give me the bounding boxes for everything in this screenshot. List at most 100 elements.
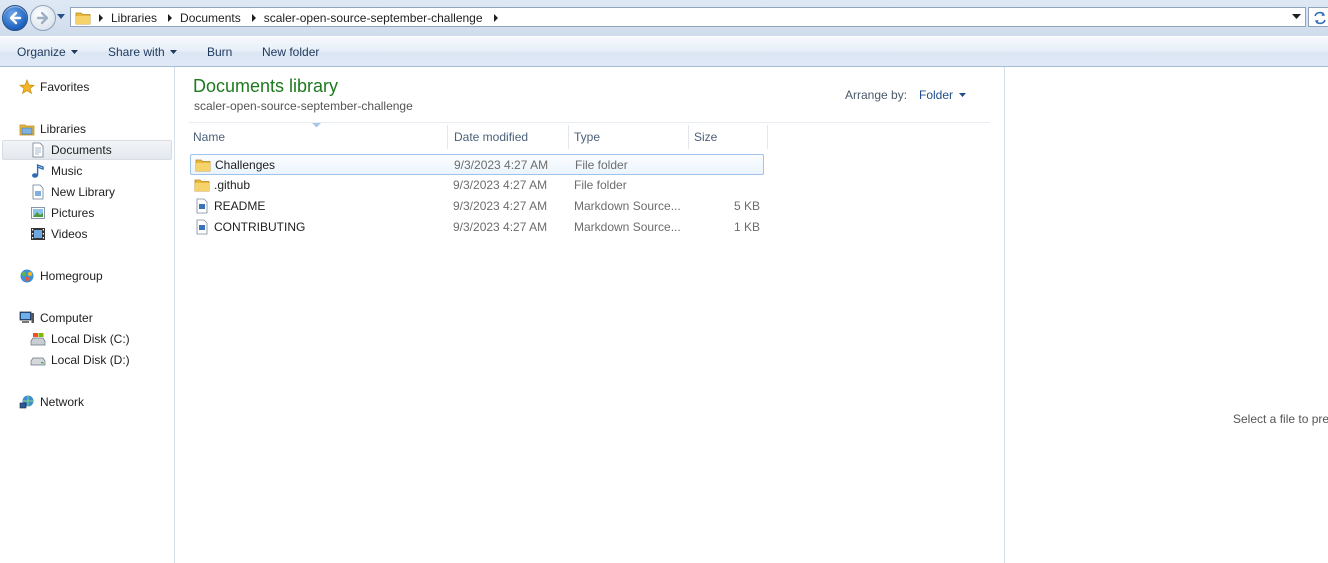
nav-item-label: Computer: [40, 311, 93, 325]
file-name: README: [214, 199, 266, 213]
arrange-by-dropdown[interactable]: Folder: [919, 88, 967, 102]
breadcrumb-separator-icon[interactable]: [248, 10, 260, 26]
address-box[interactable]: Libraries Documents scaler-open-source-s…: [70, 7, 1306, 27]
nav-item-label: Pictures: [51, 206, 95, 220]
file-date: 9/3/2023 4:27 AM: [453, 178, 548, 192]
column-header-type[interactable]: Type: [569, 125, 689, 149]
share-with-label: Share with: [108, 45, 165, 59]
forward-button[interactable]: [30, 5, 56, 31]
nav-item-music[interactable]: Music: [30, 161, 82, 181]
file-date: 9/3/2023 4:27 AM: [453, 220, 548, 234]
column-header-date-modified[interactable]: Date modified: [449, 125, 569, 149]
computer-icon: [19, 310, 35, 326]
navigation-pane: Favorites Libraries Documents Music New …: [0, 67, 175, 563]
chevron-down-icon: [70, 50, 78, 54]
breadcrumb-current-folder[interactable]: scaler-open-source-september-challenge: [260, 11, 490, 25]
recent-pages-dropdown-icon[interactable]: [56, 11, 66, 21]
table-row[interactable]: README 9/3/2023 4:27 AM Markdown Source.…: [190, 196, 764, 217]
nav-item-label: Libraries: [40, 122, 87, 136]
address-history-dropdown-icon[interactable]: [1292, 14, 1301, 20]
command-bar: Organize Share with Burn New folder: [0, 36, 1328, 67]
folder-icon: [75, 12, 91, 25]
nav-item-label: Documents: [51, 143, 112, 157]
nav-item-network[interactable]: Network: [19, 392, 84, 412]
nav-item-homegroup[interactable]: Homegroup: [19, 266, 103, 286]
column-header-label: Name: [193, 130, 226, 144]
organize-menu-button[interactable]: Organize: [17, 45, 78, 59]
breadcrumb-separator-icon[interactable]: [490, 10, 502, 26]
file-name: CONTRIBUTING: [214, 220, 306, 234]
folder-icon: [194, 179, 210, 192]
nav-item-pictures[interactable]: Pictures: [30, 203, 94, 223]
burn-button[interactable]: Burn: [207, 45, 232, 59]
preview-message: Select a file to prev: [1233, 412, 1328, 426]
nav-item-label: Music: [51, 164, 83, 178]
arrange-by-label: Arrange by:: [845, 88, 908, 102]
nav-item-computer[interactable]: Computer: [19, 308, 93, 328]
music-note-icon: [30, 163, 46, 179]
nav-item-label: Videos: [51, 227, 88, 241]
new-folder-label: New folder: [262, 45, 320, 59]
system-drive-icon: [30, 331, 46, 347]
share-with-menu-button[interactable]: Share with: [108, 45, 177, 59]
nav-item-label: Local Disk (C:): [51, 332, 130, 346]
column-header-label: Date modified: [454, 130, 529, 144]
arrow-right-icon: [36, 11, 49, 25]
file-list-pane: Documents library scaler-open-source-sep…: [176, 67, 1004, 563]
documents-icon: [30, 142, 46, 158]
nav-item-label: Homegroup: [40, 269, 103, 283]
breadcrumb-separator-icon[interactable]: [95, 10, 107, 26]
organize-label: Organize: [17, 45, 66, 59]
table-row[interactable]: CONTRIBUTING 9/3/2023 4:27 AM Markdown S…: [190, 217, 764, 238]
nav-item-new-library[interactable]: New Library: [30, 182, 115, 202]
pictures-icon: [30, 205, 46, 221]
markdown-file-icon: [196, 219, 208, 235]
file-size: 5 KB: [733, 199, 760, 213]
arrow-left-icon: [9, 11, 22, 25]
breadcrumb: Libraries Documents scaler-open-source-s…: [95, 10, 502, 26]
back-button[interactable]: [2, 5, 28, 31]
arrange-by-value: Folder: [919, 88, 954, 102]
file-date: 9/3/2023 4:27 AM: [453, 199, 548, 213]
nav-item-local-disk-c[interactable]: Local Disk (C:): [30, 329, 130, 349]
burn-label: Burn: [207, 45, 233, 59]
library-subtitle: scaler-open-source-september-challenge: [194, 99, 413, 113]
table-row[interactable]: Challenges 9/3/2023 4:27 AM File folder: [190, 154, 764, 175]
markdown-file-icon: [196, 198, 208, 214]
network-icon: [19, 394, 35, 410]
preview-pane: Select a file to prev: [1004, 67, 1328, 563]
library-title: Documents library: [193, 76, 339, 96]
file-name: Challenges: [215, 158, 276, 172]
nav-item-videos[interactable]: Videos: [30, 224, 87, 244]
file-type: File folder: [575, 158, 628, 172]
column-header-name[interactable]: Name: [188, 125, 448, 149]
file-type: Markdown Source...: [574, 220, 681, 234]
file-type: Markdown Source...: [574, 199, 681, 213]
drive-icon: [30, 352, 46, 368]
new-folder-button[interactable]: New folder: [262, 45, 319, 59]
nav-item-documents[interactable]: Documents: [2, 140, 172, 160]
header-divider: [189, 122, 990, 123]
breadcrumb-documents[interactable]: Documents: [176, 11, 248, 25]
folder-icon: [195, 159, 211, 172]
nav-item-libraries[interactable]: Libraries: [19, 119, 86, 139]
chevron-down-icon: [959, 93, 967, 97]
chevron-down-icon: [169, 50, 177, 54]
column-header-size[interactable]: Size: [689, 125, 768, 149]
file-date: 9/3/2023 4:27 AM: [454, 158, 549, 172]
refresh-button[interactable]: [1308, 7, 1328, 27]
column-header-label: Size: [694, 130, 718, 144]
nav-item-local-disk-d[interactable]: Local Disk (D:): [30, 350, 130, 370]
nav-item-label: New Library: [51, 185, 116, 199]
file-name: .github: [214, 178, 251, 192]
nav-item-favorites[interactable]: Favorites: [19, 77, 89, 97]
nav-item-label: Local Disk (D:): [51, 353, 130, 367]
refresh-icon: [1314, 11, 1326, 25]
address-bar-row: Libraries Documents scaler-open-source-s…: [0, 0, 1328, 36]
new-library-icon: [30, 184, 46, 200]
table-row[interactable]: .github 9/3/2023 4:27 AM File folder: [190, 175, 764, 196]
homegroup-icon: [19, 268, 35, 284]
breadcrumb-separator-icon[interactable]: [164, 10, 176, 26]
breadcrumb-libraries[interactable]: Libraries: [107, 11, 164, 25]
file-size: 1 KB: [733, 220, 760, 234]
